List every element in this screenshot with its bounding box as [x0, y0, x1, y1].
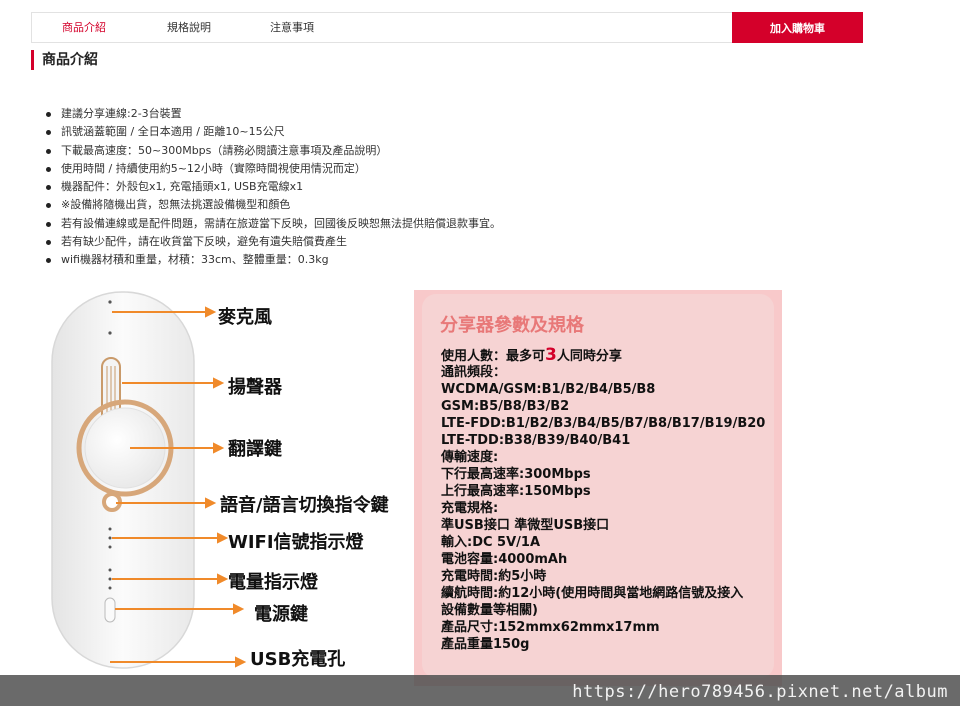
callout-battery-indicator: 電量指示燈 [228, 572, 318, 593]
spec-line: 設備數量等相關) [441, 603, 538, 618]
spec-line: 下行最高速率:300Mbps [441, 467, 591, 482]
list-item: ※設備將隨機出貨，恕無法挑選設備機型和顏色 [45, 196, 501, 214]
section-title: 商品介紹 [31, 50, 98, 70]
list-item: 使用時間 / 持續使用約5~12小時（實際時間視使用情況而定） [45, 160, 501, 178]
list-item: 建議分享連線:2-3台裝置 [45, 105, 501, 123]
list-item: 訊號涵蓋範圍 / 全日本適用 / 距離10~15公尺 [45, 123, 501, 141]
callout-wifi-indicator: WIFI信號指示燈 [228, 532, 364, 553]
add-to-cart-button[interactable]: 加入購物車 [732, 12, 863, 43]
watermark-text: https://hero789456.pixnet.net/album [572, 682, 948, 702]
spec-line: 上行最高速率:150Mbps [441, 484, 591, 499]
list-item: 機器配件：外殼包x1, 充電插頭x1, USB充電線x1 [45, 178, 501, 196]
spec-line: 電池容量:4000mAh [441, 552, 568, 567]
spec-line: 輸入:DC 5V/1A [441, 535, 541, 550]
spec-title: 分享器參數及規格 [440, 315, 584, 336]
list-item: wifi機器材積和重量，材積：33cm、整體重量：0.3kg [45, 251, 501, 269]
list-item: 若有缺少配件，請在收貨當下反映，避免有遺失賠償費產生 [45, 233, 501, 251]
spec-line: 準USB接口 準微型USB接口 [441, 518, 610, 533]
callout-microphone: 麥克風 [218, 307, 272, 328]
spec-line: GSM:B5/B8/B3/B2 [441, 399, 570, 414]
callout-speaker: 揚聲器 [228, 377, 282, 398]
spec-lines: 使用人數：最多可3人同時分享 通訊頻段： WCDMA/GSM:B1/B2/B4/… [441, 347, 765, 653]
spec-line: 充電時間:約5小時 [441, 569, 547, 584]
list-item: 下載最高速度：50~300Mbps（請務必閱讀注意事項及產品說明） [45, 142, 501, 160]
callout-voice-key: 語音/語言切換指令鍵 [220, 495, 389, 516]
spec-line: 充電規格: [441, 501, 499, 516]
callout-power-key: 電源鍵 [254, 604, 308, 625]
spec-line: WCDMA/GSM:B1/B2/B4/B5/B8 [441, 382, 656, 397]
spec-line: 產品尺寸:152mmx62mmx17mm [441, 620, 660, 635]
tab-specs[interactable]: 規格說明 [152, 13, 226, 42]
tab-product-intro[interactable]: 商品介紹 [48, 13, 120, 42]
spec-users-prefix: 使用人數：最多可 [441, 349, 546, 364]
feature-list: 建議分享連線:2-3台裝置 訊號涵蓋範圍 / 全日本適用 / 距離10~15公尺… [45, 105, 501, 270]
callout-translate-key: 翻譯鍵 [228, 439, 282, 460]
product-tab-bar: 商品介紹 規格說明 注意事項 加入購物車 [31, 12, 863, 43]
spec-line: 傳輸速度: [441, 450, 499, 465]
spec-line: 產品重量150g [441, 637, 530, 652]
spec-users-suffix: 人同時分享 [556, 349, 622, 364]
tab-notes[interactable]: 注意事項 [256, 13, 328, 42]
spec-line: 通訊頻段： [441, 365, 507, 380]
spec-line: 續航時間:約12小時(使用時間與當地網路信號及接入 [441, 586, 744, 601]
spec-users-line: 使用人數：最多可3人同時分享 [441, 345, 765, 365]
spec-line: LTE-FDD:B1/B2/B3/B4/B5/B7/B8/B17/B19/B20 [441, 416, 766, 431]
device-illustration [51, 291, 247, 669]
list-item: 若有設備連線或是配件問題，需請在旅遊當下反映，回國後反映恕無法提供賠償退款事宜。 [45, 215, 501, 233]
callout-usb-port: USB充電孔 [250, 649, 346, 670]
spec-line: LTE-TDD:B38/B39/B40/B41 [441, 433, 631, 448]
spec-users-count: 3 [545, 345, 557, 365]
